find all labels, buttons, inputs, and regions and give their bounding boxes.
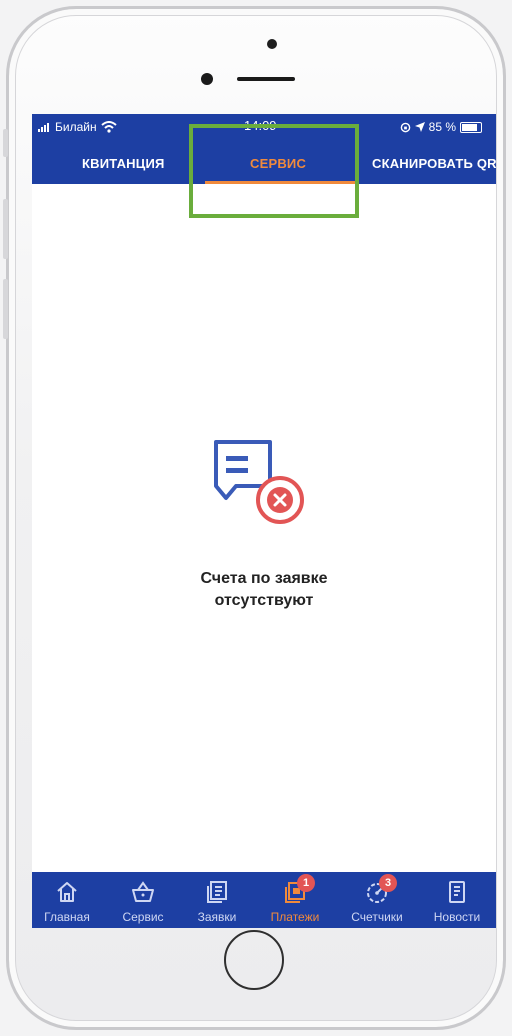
nav-label-meters: Счетчики xyxy=(351,910,403,924)
nav-item-news[interactable]: Новости xyxy=(418,878,496,926)
front-camera xyxy=(201,73,213,85)
basket-icon xyxy=(132,881,154,902)
mute-switch xyxy=(3,129,8,157)
highlight-annotation-box xyxy=(189,124,359,218)
home-button[interactable] xyxy=(224,930,284,990)
nav-label-home: Главная xyxy=(44,910,90,924)
tab-skanirovat[interactable]: СКАНИРОВАТЬ QR xyxy=(372,156,496,171)
requests-icon xyxy=(207,881,227,903)
nav-item-home[interactable]: Главная xyxy=(32,878,106,926)
volume-down-button xyxy=(3,279,8,339)
nav-label-payments: Платежи xyxy=(270,910,320,924)
payments-badge: 1 xyxy=(297,874,315,892)
location-icon xyxy=(414,122,425,132)
nav-item-requests[interactable]: Заявки xyxy=(178,878,256,926)
app-screen: Билайн 14:09 85 % КВИТАНЦИЯ СЕРВИС СКАНИ… xyxy=(32,114,496,928)
empty-state-line1: Счета по заявке xyxy=(200,570,328,587)
meter-icon-wrap: 3 xyxy=(365,874,397,904)
meters-badge: 3 xyxy=(379,874,397,892)
empty-state-message: Счета по заявке отсутствуют xyxy=(32,568,496,612)
battery-icon xyxy=(460,121,482,133)
home-icon xyxy=(57,882,77,902)
top-sensor xyxy=(267,39,277,49)
nav-item-service[interactable]: Сервис xyxy=(104,878,182,926)
tab-kvitanciya[interactable]: КВИТАНЦИЯ xyxy=(82,156,165,171)
nav-label-service: Сервис xyxy=(122,910,164,924)
nav-item-meters[interactable]: 3 Счетчики xyxy=(338,874,416,926)
battery-percent: 85 % xyxy=(428,120,456,134)
empty-state-line2: отсутствуют xyxy=(214,592,314,609)
payments-icon-wrap: 1 xyxy=(283,874,315,904)
news-icon xyxy=(449,881,465,903)
nav-label-news: Новости xyxy=(433,910,481,924)
carrier-name: Билайн xyxy=(55,120,97,134)
wifi-icon xyxy=(100,121,117,133)
nav-label-requests: Заявки xyxy=(197,910,237,924)
receipt-cancel-icon xyxy=(214,440,304,524)
rotation-lock-icon xyxy=(400,122,410,132)
earpiece-speaker xyxy=(237,77,295,81)
signal-icon xyxy=(38,122,49,132)
volume-up-button xyxy=(3,199,8,259)
nav-item-payments[interactable]: 1 Платежи xyxy=(256,874,334,926)
bottom-navigation: Главная Сервис Заявки 1 Платежи 3 Счетчи… xyxy=(32,872,496,928)
